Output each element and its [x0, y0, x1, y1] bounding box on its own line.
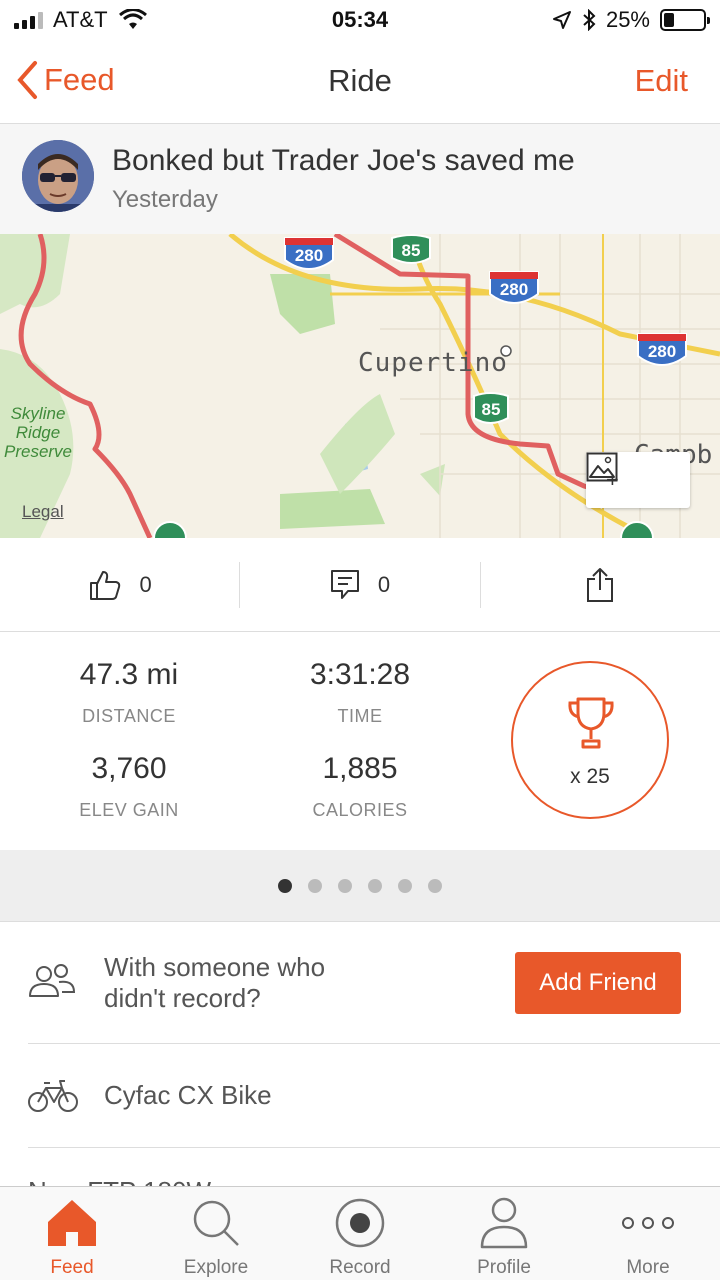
map-city-label: Cupertino	[358, 348, 508, 378]
activity-title: Bonked but Trader Joe's saved me	[112, 144, 575, 177]
page-dot[interactable]	[308, 878, 322, 893]
share-button[interactable]	[479, 561, 720, 608]
add-friend-button[interactable]: Add Friend	[515, 952, 681, 1014]
tab-record[interactable]: Record	[288, 1187, 432, 1280]
activity-header: Bonked but Trader Joe's saved me Yesterd…	[0, 124, 720, 234]
page-dot[interactable]	[368, 878, 382, 893]
activity-stats: 47.3 mi DISTANCE 3:31:28 TIME 3,760 ELEV…	[0, 632, 720, 850]
map-park-label: Skyline Ridge Preserve	[3, 404, 73, 461]
add-friend-row: With someone who didn't record? Add Frie…	[28, 922, 720, 1044]
page-indicator[interactable]	[0, 850, 720, 922]
tab-explore[interactable]: Explore	[144, 1187, 288, 1280]
route-map[interactable]: 280 85 280 280 85 Cupertino Campb Skylin…	[0, 234, 720, 538]
shield-label: 280	[647, 342, 677, 361]
prompt-line: didn't record?	[104, 983, 261, 1013]
tab-label: More	[626, 1257, 670, 1278]
thumbs-up-icon	[89, 570, 120, 600]
search-icon	[193, 1200, 239, 1246]
bluetooth-icon	[583, 9, 596, 31]
tab-label: Profile	[477, 1257, 531, 1278]
comment-button[interactable]: 0	[239, 561, 479, 608]
add-friend-prompt: With someone who didn't record?	[104, 952, 325, 1014]
tab-more[interactable]: More	[576, 1187, 720, 1280]
stat-label: TIME	[337, 706, 383, 726]
location-arrow-icon	[552, 11, 571, 29]
status-bar: AT&T 05:34 25%	[0, 0, 720, 40]
battery-icon	[660, 9, 710, 31]
ellipsis-icon	[622, 1217, 674, 1229]
comment-icon	[330, 569, 359, 599]
people-icon	[29, 964, 76, 997]
battery-percent: 25%	[605, 7, 650, 32]
legal-link[interactable]: Legal	[22, 502, 64, 522]
stat-value: 3:31:28	[309, 658, 411, 691]
prompt-line: With someone who	[104, 952, 326, 982]
stat-label: CALORIES	[312, 800, 408, 820]
image-icon	[586, 452, 618, 482]
stat-elev-gain: 3,760 ELEV GAIN	[14, 752, 244, 821]
shield-label: 280	[499, 280, 529, 299]
page-dot[interactable]	[428, 878, 442, 893]
person-icon	[480, 1197, 528, 1249]
stat-value: 1,885	[322, 752, 398, 785]
nav-bar: Feed Ride Edit	[0, 40, 720, 124]
tab-label: Feed	[50, 1257, 94, 1278]
bike-icon	[28, 1080, 78, 1112]
achievement-count: x 25	[570, 765, 610, 788]
edit-button[interactable]: Edit	[635, 63, 688, 99]
activity-date: Yesterday	[112, 186, 218, 213]
tab-profile[interactable]: Profile	[432, 1187, 576, 1280]
stat-label: DISTANCE	[82, 706, 176, 726]
kudos-count: 0	[139, 571, 152, 597]
kudos-button[interactable]: 0	[0, 562, 239, 608]
record-icon	[335, 1198, 385, 1248]
tab-label: Explore	[183, 1257, 249, 1278]
stat-value: 3,760	[91, 752, 167, 785]
stat-calories: 1,885 CALORIES	[245, 752, 475, 821]
tab-label: Record	[329, 1257, 391, 1278]
page-dot[interactable]	[278, 878, 292, 893]
comment-count: 0	[377, 571, 391, 597]
page-dot[interactable]	[338, 878, 352, 893]
avatar[interactable]	[22, 140, 94, 212]
bike-name: Cyfac CX Bike	[104, 1080, 272, 1110]
achievements-badge[interactable]: x 25	[511, 661, 669, 819]
shield-label: 85	[481, 400, 501, 419]
stat-time: 3:31:28 TIME	[245, 658, 475, 727]
shield-label: 85	[401, 241, 421, 260]
page-title: Ride	[328, 63, 392, 98]
stat-label: ELEV GAIN	[79, 800, 179, 820]
page-dot[interactable]	[398, 878, 412, 893]
add-photo-button[interactable]: +	[586, 452, 690, 508]
bike-row[interactable]: Cyfac CX Bike	[28, 1044, 720, 1148]
home-icon	[48, 1200, 96, 1246]
tab-feed[interactable]: Feed	[0, 1187, 144, 1280]
stat-value: 47.3 mi	[79, 658, 179, 691]
trophy-icon	[568, 697, 614, 749]
stat-distance: 47.3 mi DISTANCE	[14, 658, 244, 727]
share-icon	[587, 567, 614, 602]
social-actions: 0 0	[0, 538, 720, 632]
tab-bar: Feed Explore Record Profile More	[0, 1186, 720, 1280]
shield-label: 280	[294, 246, 324, 265]
